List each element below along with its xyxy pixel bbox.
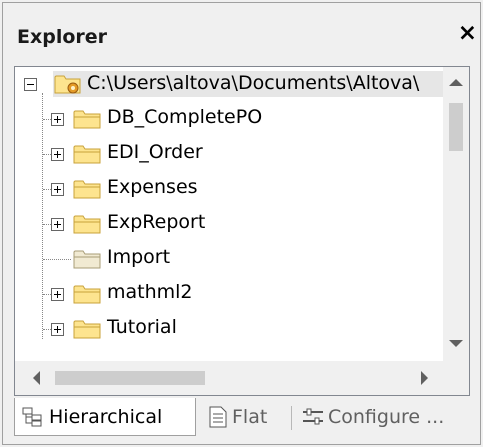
tree-connector-line xyxy=(43,154,51,155)
tree-item-label: mathml2 xyxy=(107,281,193,303)
folder-icon xyxy=(73,285,101,304)
tree-view[interactable]: C:\Users\altova\Documents\Altova\ DB_Com… xyxy=(14,66,470,396)
tree-item-label: Tutorial xyxy=(107,316,177,338)
panel-title: Explorer xyxy=(17,26,108,48)
tree-connector-line xyxy=(43,189,51,190)
expand-icon[interactable] xyxy=(51,288,64,301)
tree-item-tutorial[interactable]: Tutorial xyxy=(15,311,443,345)
explorer-titlebar: Explorer × xyxy=(9,9,480,65)
folder-icon xyxy=(73,180,101,199)
tree-item-mathml2[interactable]: mathml2 xyxy=(15,276,443,310)
vertical-scroll-thumb[interactable] xyxy=(449,103,463,151)
expand-icon[interactable] xyxy=(51,183,64,196)
tree-item-label: ExpReport xyxy=(107,211,206,233)
tab-configure[interactable]: Configure ... xyxy=(298,398,468,436)
tab-label: Flat xyxy=(232,406,268,428)
tab-separator xyxy=(291,406,292,430)
expand-icon[interactable] xyxy=(51,148,64,161)
tree-item-db-completepo[interactable]: DB_CompletePO xyxy=(15,101,443,135)
horizontal-scroll-thumb[interactable] xyxy=(55,371,205,385)
tree-connector-line xyxy=(43,224,51,225)
tree-item-label: EDI_Order xyxy=(107,141,203,163)
view-tabs: Hierarchical Flat Configure ... xyxy=(14,398,470,438)
tree-root-label: C:\Users\altova\Documents\Altova\ xyxy=(87,72,420,94)
tree-item-expreport[interactable]: ExpReport xyxy=(15,206,443,240)
tree-item-label: DB_CompletePO xyxy=(107,106,263,128)
expand-icon[interactable] xyxy=(51,218,64,231)
expand-icon[interactable] xyxy=(51,323,64,336)
tab-label: Hierarchical xyxy=(49,406,163,428)
tree-item-label: Expenses xyxy=(107,176,198,198)
folder-icon xyxy=(73,145,101,164)
tree-root-row[interactable]: C:\Users\altova\Documents\Altova\ xyxy=(15,67,443,101)
horizontal-scrollbar[interactable] xyxy=(15,361,443,395)
settings-sliders-icon xyxy=(303,408,323,425)
tree-item-label: Import xyxy=(107,246,171,268)
tree-connector-line xyxy=(43,294,51,295)
tab-hierarchical[interactable]: Hierarchical xyxy=(14,398,196,436)
tree-content: C:\Users\altova\Documents\Altova\ DB_Com… xyxy=(15,67,443,361)
vertical-scrollbar[interactable] xyxy=(443,67,469,361)
expand-icon[interactable] xyxy=(51,113,64,126)
tree-connector-line xyxy=(43,119,51,120)
config-folder-icon xyxy=(54,75,81,94)
tree-item-import[interactable]: Import xyxy=(15,241,443,275)
folder-icon xyxy=(73,110,101,129)
folder-icon xyxy=(73,215,101,234)
tree-item-expenses[interactable]: Expenses xyxy=(15,171,443,205)
document-icon xyxy=(209,406,227,428)
tree-connector-line xyxy=(43,259,71,260)
scroll-right-icon[interactable] xyxy=(421,371,428,385)
scrollbar-corner xyxy=(443,361,469,395)
tab-label: Configure ... xyxy=(328,406,445,428)
tree-item-edi-order[interactable]: EDI_Order xyxy=(15,136,443,170)
scroll-up-icon[interactable] xyxy=(449,79,463,86)
tree-connector-line xyxy=(43,329,51,330)
empty-folder-icon xyxy=(73,250,101,269)
close-button[interactable]: × xyxy=(458,22,477,45)
scroll-down-icon[interactable] xyxy=(449,340,463,347)
collapse-icon[interactable] xyxy=(24,78,37,91)
tab-flat[interactable]: Flat xyxy=(202,398,288,436)
hierarchy-icon xyxy=(22,407,42,427)
folder-icon xyxy=(73,320,101,339)
scroll-left-icon[interactable] xyxy=(33,371,40,385)
